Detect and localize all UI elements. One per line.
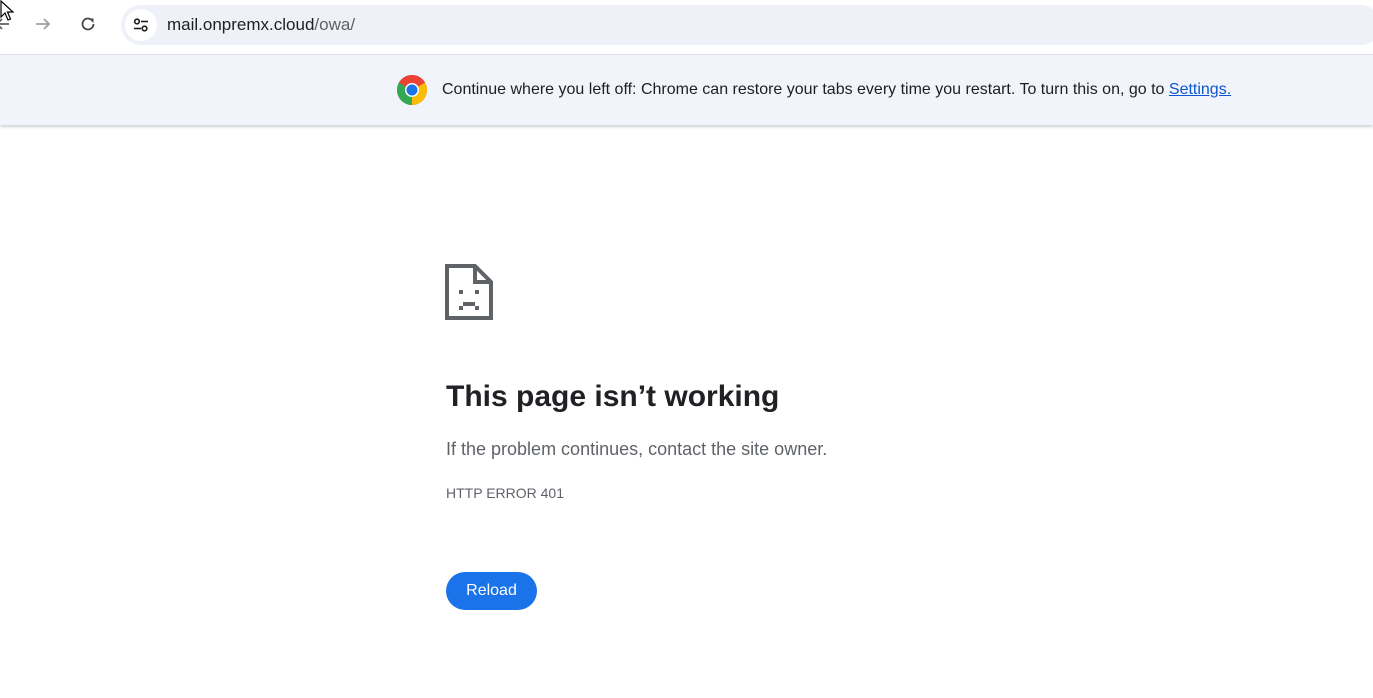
site-info-button[interactable] — [125, 9, 157, 41]
url-path: /owa/ — [314, 15, 356, 34]
reload-page-button[interactable] — [71, 7, 105, 41]
sad-page-icon — [445, 264, 493, 320]
infobar-text: Continue where you left off: Chrome can … — [442, 81, 1169, 98]
mouse-cursor-icon — [0, 0, 14, 21]
browser-toolbar: mail.onpremx.cloud/owa/ — [0, 0, 1373, 55]
reload-button[interactable]: Reload — [446, 572, 537, 610]
url-text[interactable]: mail.onpremx.cloud/owa/ — [167, 15, 355, 35]
arrow-forward-icon — [36, 18, 51, 30]
infobar-message: Continue where you left off: Chrome can … — [442, 80, 1231, 100]
chrome-logo-icon — [397, 75, 427, 105]
url-host: mail.onpremx.cloud — [167, 15, 315, 34]
reload-icon — [81, 17, 95, 31]
forward-button[interactable] — [26, 7, 60, 41]
tune-icon — [133, 18, 148, 32]
error-message: If the problem continues, contact the si… — [446, 439, 828, 459]
settings-link[interactable]: Settings. — [1169, 81, 1231, 98]
error-title: This page isn’t working — [446, 380, 780, 413]
address-bar[interactable]: mail.onpremx.cloud/owa/ — [121, 5, 1373, 45]
restore-tabs-infobar: Continue where you left off: Chrome can … — [0, 55, 1373, 125]
error-code: HTTP ERROR 401 — [446, 485, 564, 501]
